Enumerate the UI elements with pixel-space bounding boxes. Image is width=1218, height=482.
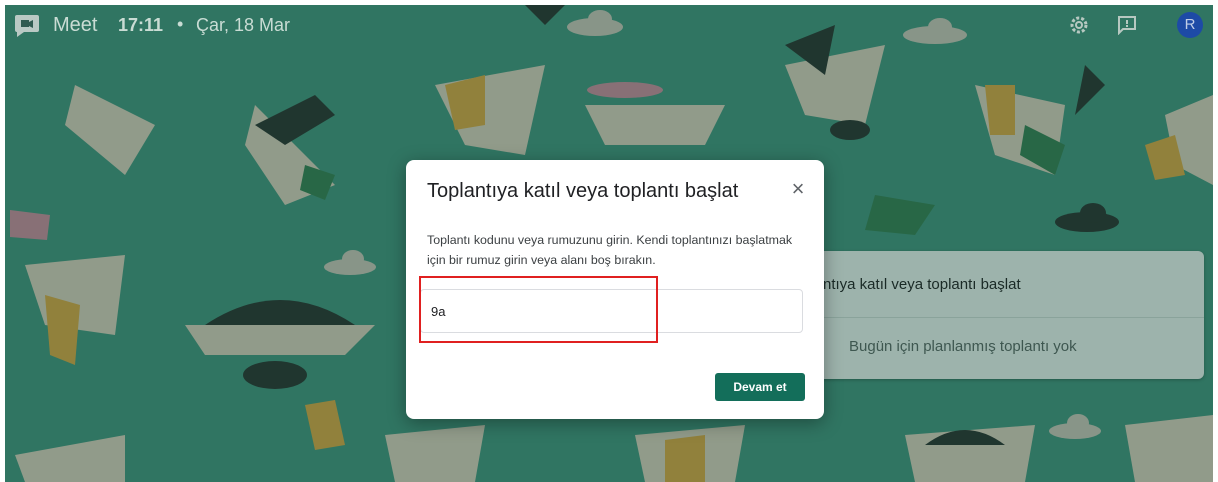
join-meeting-dialog: Toplantıya katıl veya toplantı başlat × … (406, 160, 824, 419)
meetings-card: ntıya katıl veya toplantı başlat Bugün i… (793, 251, 1204, 379)
dialog-title: Toplantıya katıl veya toplantı başlat (427, 180, 739, 202)
dialog-description: Toplantı kodunu veya rumuzunu girin. Ken… (427, 233, 793, 267)
close-icon: × (791, 176, 805, 201)
meeting-code-input[interactable] (420, 289, 803, 333)
join-or-start-meeting-item[interactable]: ntıya katıl veya toplantı başlat (823, 276, 1021, 293)
meet-logo-icon (15, 15, 39, 37)
app-name: Meet (53, 14, 98, 36)
top-bar: Meet 17:11 • Çar, 18 Mar R (5, 5, 1213, 43)
close-button[interactable]: × (786, 178, 810, 202)
meet-home-screen: Meet 17:11 • Çar, 18 Mar R ntıya katıl v… (5, 5, 1213, 482)
current-time: 17:11 (118, 15, 164, 35)
avatar[interactable]: R (1177, 12, 1203, 38)
time-date-separator: • (177, 14, 184, 34)
gear-icon[interactable] (1069, 15, 1089, 35)
divider (793, 317, 1204, 318)
feedback-icon[interactable] (1117, 15, 1137, 35)
no-meetings-message: Bugün için planlanmış toplantı yok (849, 338, 1077, 355)
continue-button[interactable]: Devam et (715, 373, 805, 401)
current-date: Çar, 18 Mar (196, 15, 291, 35)
